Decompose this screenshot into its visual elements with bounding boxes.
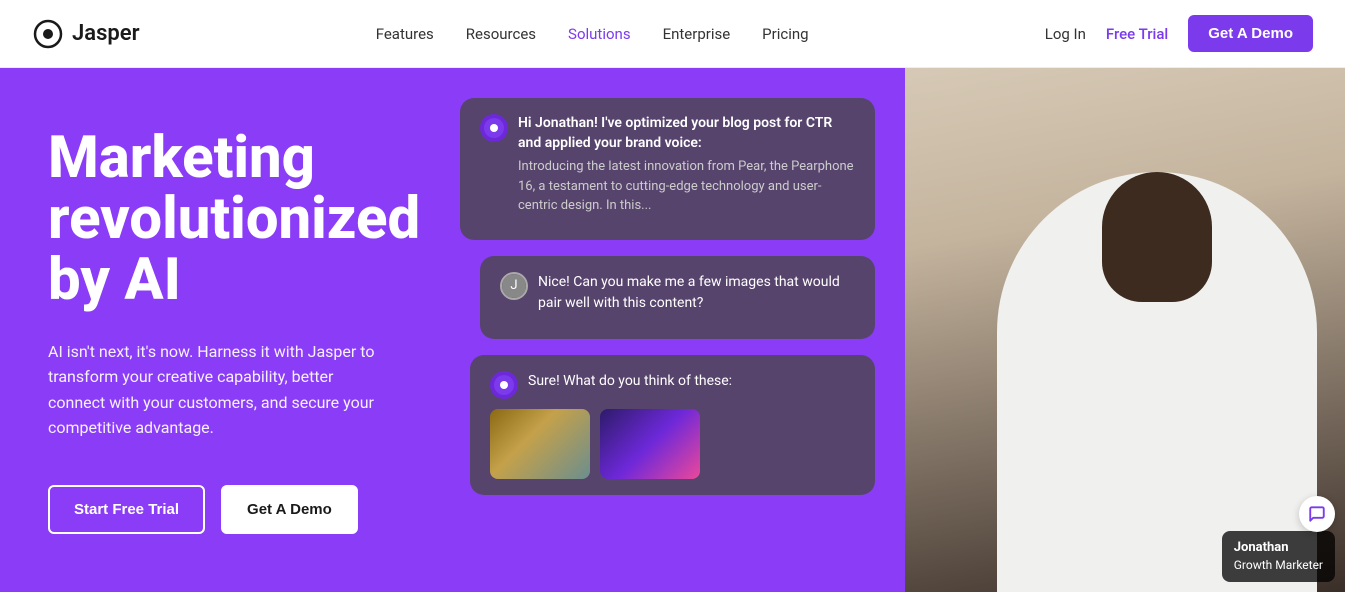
person-name-badge: Jonathan Growth Marketer (1222, 531, 1335, 582)
person-head (1102, 172, 1212, 302)
chat-bubble-3: Sure! What do you think of these: (470, 355, 875, 495)
hero-subtitle: AI isn't next, it's now. Harness it with… (48, 339, 390, 441)
chat-bubble-3-header: Sure! What do you think of these: (490, 371, 855, 399)
nav-links: Features Resources Solutions Enterprise … (376, 25, 809, 43)
nav-link-resources[interactable]: Resources (466, 25, 536, 43)
jasper-logo-icon (32, 18, 64, 50)
hero-section: Marketing revolutionized by AI AI isn't … (0, 68, 1345, 592)
chat-bubble-2-header: J Nice! Can you make me a few images tha… (500, 272, 855, 315)
hero-person-area: Jonathan Growth Marketer (905, 68, 1345, 592)
logo-text: Jasper (72, 21, 140, 46)
person-title: Growth Marketer (1234, 557, 1323, 574)
chat-bubble-3-text: Sure! What do you think of these: (528, 371, 732, 393)
generated-image-2-visual (600, 409, 700, 479)
logo[interactable]: Jasper (32, 18, 140, 50)
person-figure (997, 152, 1317, 592)
hero-get-demo-button[interactable]: Get A Demo (221, 485, 358, 534)
login-link[interactable]: Log In (1045, 25, 1086, 43)
free-trial-link[interactable]: Free Trial (1106, 25, 1168, 43)
chat-bubble-2-text: Nice! Can you make me a few images that … (538, 272, 855, 315)
chat-bubble-1: Hi Jonathan! I've optimized your blog po… (460, 98, 875, 240)
generated-image-1-visual (490, 409, 590, 479)
nav-link-pricing[interactable]: Pricing (762, 25, 808, 43)
get-demo-button[interactable]: Get A Demo (1188, 15, 1313, 52)
nav-link-solutions[interactable]: Solutions (568, 25, 631, 43)
nav-link-enterprise[interactable]: Enterprise (663, 25, 731, 43)
start-free-trial-button[interactable]: Start Free Trial (48, 485, 205, 534)
chat-widget-icon[interactable] (1299, 496, 1335, 532)
chat-bubble-1-title: Hi Jonathan! I've optimized your blog po… (518, 114, 855, 153)
hero-chat-area: Hi Jonathan! I've optimized your blog po… (430, 68, 905, 592)
chat-bubble-1-body: Introducing the latest innovation from P… (518, 157, 855, 216)
jasper-avatar-1 (480, 114, 508, 142)
navbar: Jasper Features Resources Solutions Ente… (0, 0, 1345, 68)
chat-images (490, 409, 855, 479)
chat-bubble-1-header: Hi Jonathan! I've optimized your blog po… (480, 114, 855, 216)
nav-actions: Log In Free Trial Get A Demo (1045, 15, 1313, 52)
chat-bubble-icon (1308, 505, 1326, 523)
person-name: Jonathan (1234, 539, 1323, 557)
generated-image-2 (600, 409, 700, 479)
nav-link-features[interactable]: Features (376, 25, 434, 43)
generated-image-1 (490, 409, 590, 479)
hero-title: Marketing revolutionized by AI (48, 128, 390, 311)
user-avatar: J (500, 272, 528, 300)
user-icon: J (502, 274, 526, 298)
hero-left: Marketing revolutionized by AI AI isn't … (0, 68, 430, 592)
hero-buttons: Start Free Trial Get A Demo (48, 485, 390, 534)
chat-bubble-2: J Nice! Can you make me a few images tha… (480, 256, 875, 339)
jasper-avatar-3 (490, 371, 518, 399)
